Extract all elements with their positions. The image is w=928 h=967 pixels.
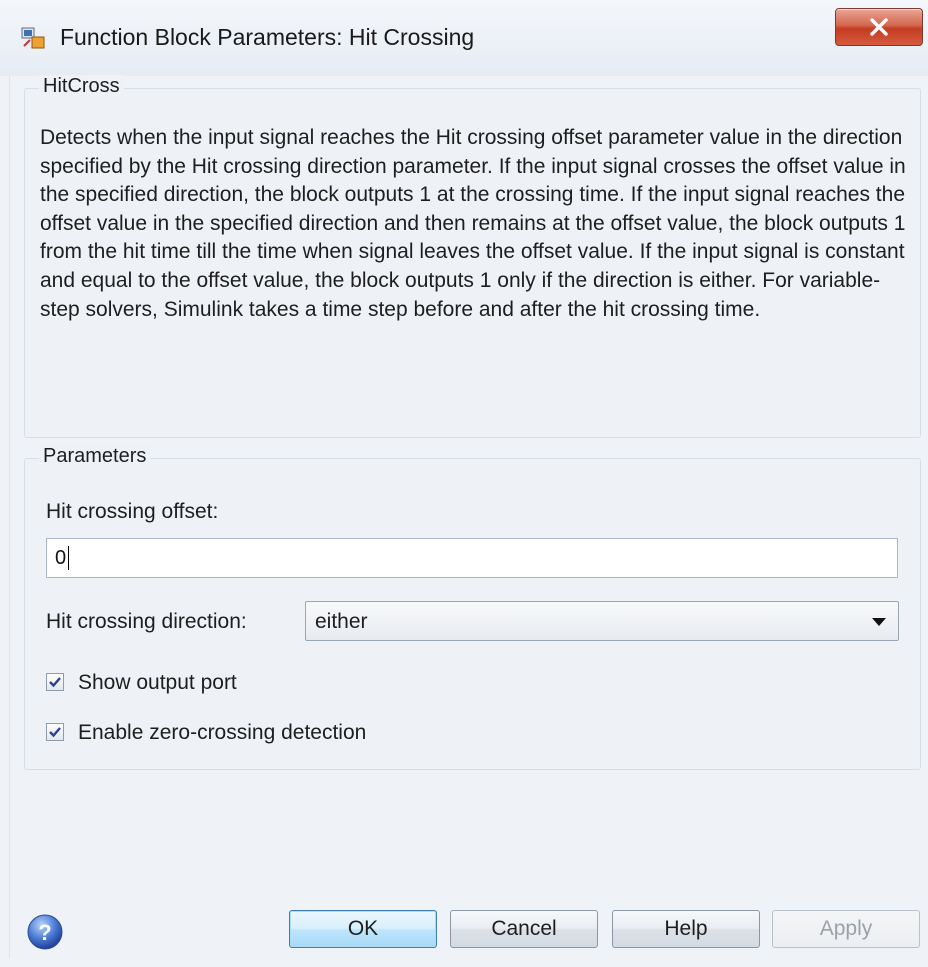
block-description: Detects when the input signal reaches th… — [40, 126, 906, 321]
hit-crossing-offset-input[interactable]: 0 — [46, 538, 898, 578]
checkmark-icon — [49, 677, 61, 688]
close-icon — [870, 18, 888, 36]
show-output-port-label[interactable]: Show output port — [78, 671, 237, 695]
close-button[interactable] — [835, 8, 923, 46]
ok-button[interactable]: OK — [289, 910, 437, 948]
svg-text:?: ? — [38, 920, 51, 945]
chevron-down-icon — [872, 618, 886, 626]
window-title: Function Block Parameters: Hit Crossing — [60, 24, 475, 50]
text-caret — [68, 546, 70, 570]
checkmark-icon — [49, 727, 61, 738]
parameters-group-label: Parameters — [39, 445, 151, 468]
cancel-button[interactable]: Cancel — [450, 910, 598, 948]
direction-label: Hit crossing direction: — [46, 610, 247, 633]
description-group-label: HitCross — [39, 75, 124, 98]
help-button[interactable]: Help — [612, 910, 760, 948]
help-icon[interactable]: ? — [26, 913, 64, 951]
dialog-window: Function Block Parameters: Hit Crossing … — [0, 0, 928, 967]
apply-button[interactable]: Apply — [772, 910, 920, 948]
simulink-block-icon[interactable] — [21, 26, 45, 50]
offset-value: 0 — [55, 546, 67, 569]
direction-value: either — [315, 610, 368, 633]
show-output-port-checkbox[interactable] — [46, 673, 64, 691]
zero-crossing-checkbox[interactable] — [46, 723, 64, 741]
title-bar[interactable]: Function Block Parameters: Hit Crossing — [0, 0, 928, 76]
offset-label: Hit crossing offset: — [46, 500, 219, 523]
hit-crossing-direction-select[interactable]: either — [305, 601, 899, 641]
zero-crossing-label[interactable]: Enable zero-crossing detection — [78, 721, 366, 745]
